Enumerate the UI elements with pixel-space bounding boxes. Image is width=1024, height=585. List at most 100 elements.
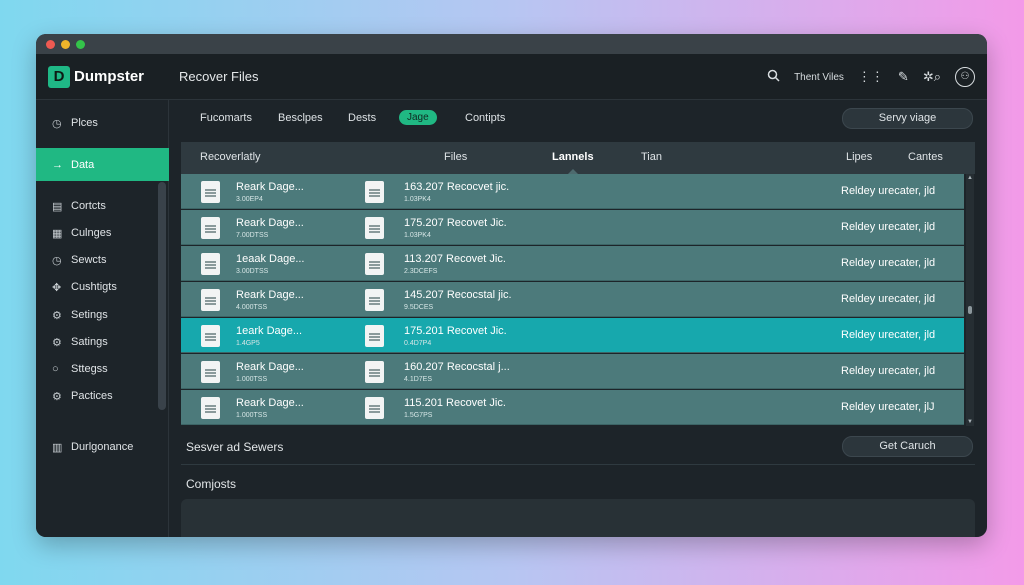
file-icon: [365, 217, 384, 239]
puzzle-icon: ✥: [52, 281, 62, 294]
row-file-sub: 1.03PK4: [404, 232, 431, 239]
clock-icon: ◷: [52, 254, 62, 267]
logo-icon: D: [48, 65, 70, 88]
row-name: 1eaak Dage...: [236, 253, 305, 265]
sidebar-item-label: Culnges: [71, 227, 112, 239]
sidebar-scrollbar[interactable]: [158, 182, 166, 410]
row-status: Reldey urecater, jld: [841, 221, 936, 233]
row-file: 115.201 Recovet Jic.: [404, 397, 506, 409]
servers-label: Sesver ad Sewers: [186, 440, 284, 454]
sidebar-item-label: Plces: [71, 117, 98, 129]
table-row-selected[interactable]: 1eark Dage... 1.4GP5 175.201 Recovet Jic…: [181, 318, 964, 353]
tab-dests[interactable]: Dests: [348, 112, 376, 124]
tab-jage[interactable]: Jage: [399, 110, 437, 125]
sidebar-item-calendar[interactable]: ▦ Culnges: [36, 220, 169, 246]
comments-panel[interactable]: [181, 499, 975, 537]
row-size: 3.00EP4: [236, 196, 263, 203]
row-file-sub: 2.3DCEFS: [404, 268, 438, 275]
row-name: Reark Dage...: [236, 397, 304, 409]
app-header: D Dumpster Recover Files Thent Viles ⋮⋮ …: [36, 54, 987, 100]
sidebar-item-sttegss[interactable]: ○ Sttegss: [36, 356, 169, 382]
row-file-sub: 0.4D7P4: [404, 340, 432, 347]
app-logo[interactable]: D Dumpster: [48, 65, 179, 88]
row-file: 175.207 Recovet Jic.: [404, 217, 507, 229]
page-title: Recover Files: [179, 69, 259, 84]
row-file: 145.207 Recocstal jic.: [404, 289, 512, 301]
table-row[interactable]: Reark Dage... 4.000TSS 145.207 Recocstal…: [181, 282, 964, 317]
user-label[interactable]: Thent Viles: [794, 72, 844, 83]
table-row[interactable]: Reark Dage... 1.000TSS 160.207 Recocstal…: [181, 354, 964, 389]
column-header[interactable]: Files: [444, 151, 467, 163]
table-row[interactable]: Reark Dage... 3.00EP4 163.207 Recocvet j…: [181, 174, 964, 209]
row-name: Reark Dage...: [236, 181, 304, 193]
table-row[interactable]: Reark Dage... 7.00DTSS 175.207 Recovet J…: [181, 210, 964, 245]
main-content: Fucomarts Besclpes Dests Jage Contipts S…: [181, 100, 975, 537]
gear-icon: ⚙: [52, 336, 62, 349]
sidebar-item-label: Cortcts: [71, 200, 106, 212]
scroll-thumb[interactable]: [968, 306, 972, 314]
column-header[interactable]: Lipes: [846, 151, 872, 163]
close-window-button[interactable]: [46, 39, 55, 49]
scroll-up-icon[interactable]: ▲: [967, 175, 973, 181]
header-actions: Thent Viles ⋮⋮ ✎ ✲⌕ ⚇: [767, 54, 975, 100]
sidebar-item-satings[interactable]: ⚙ Satings: [36, 329, 169, 355]
column-header-active[interactable]: Lannels: [552, 151, 594, 163]
table-row[interactable]: 1eaak Dage... 3.00DTSS 113.207 Recovet J…: [181, 246, 964, 281]
row-status: Reldey urecater, jlJ: [841, 401, 935, 413]
row-status: Reldey urecater, jld: [841, 293, 936, 305]
file-icon: [365, 181, 384, 203]
minimize-window-button[interactable]: [61, 39, 70, 49]
sidebar-item-contacts[interactable]: ▤ Cortcts: [36, 193, 169, 219]
column-header[interactable]: Tian: [641, 151, 662, 163]
file-icon: [365, 253, 384, 275]
user-circle-icon[interactable]: ⚇: [955, 67, 975, 87]
sidebar-item-data[interactable]: → Data: [36, 148, 169, 181]
file-icon: [365, 325, 384, 347]
circle-icon: ○: [52, 363, 59, 375]
contacts-icon: ▤: [52, 200, 63, 213]
table-header: Recoverlatly Files Lannels Tian Lipes Ca…: [181, 142, 975, 175]
row-file-sub: 1.03PK4: [404, 196, 431, 203]
tab-bar: Fucomarts Besclpes Dests Jage Contipts S…: [181, 100, 975, 136]
tab-contipts[interactable]: Contipts: [465, 112, 505, 124]
gear-icon: ⚙: [52, 390, 62, 403]
feather-icon[interactable]: ✎: [898, 69, 909, 85]
divider: [181, 464, 975, 465]
file-icon: [201, 361, 220, 383]
row-size: 1.000TSS: [236, 376, 268, 383]
title-bar: [36, 34, 987, 54]
sidebar-item-label: Cushtigts: [71, 281, 117, 293]
file-icon: [365, 289, 384, 311]
sliders-icon[interactable]: ⋮⋮: [858, 69, 884, 85]
search-icon[interactable]: [767, 69, 780, 85]
row-file: 113.207 Recovet Jic.: [404, 253, 506, 265]
maximize-window-button[interactable]: [76, 39, 85, 49]
save-view-button[interactable]: Servy viage: [842, 108, 973, 129]
sidebar-item-label: Sttegss: [71, 363, 108, 375]
file-icon: [365, 361, 384, 383]
sidebar-item-places[interactable]: ◷ Plces: [36, 110, 169, 136]
column-header[interactable]: Cantes: [908, 151, 943, 163]
sidebar-item-sewcts[interactable]: ◷ Sewcts: [36, 247, 169, 273]
sidebar-item-durlgonance[interactable]: ▥ Durlgonance: [36, 434, 169, 460]
tab-fucomarts[interactable]: Fucomarts: [200, 112, 252, 124]
comments-label: Comjosts: [186, 477, 237, 491]
sidebar: ◷ Plces → Data ▤ Cortcts ▦ Culnges ◷ Sew…: [36, 100, 169, 537]
table-scrollbar[interactable]: ▲ ▼: [966, 174, 974, 426]
file-icon: [365, 397, 384, 419]
column-header[interactable]: Recoverlatly: [200, 151, 261, 163]
row-name: Reark Dage...: [236, 217, 304, 229]
row-size: 1.000TSS: [236, 412, 268, 419]
settings-search-icon[interactable]: ✲⌕: [923, 69, 941, 85]
sidebar-item-pactices[interactable]: ⚙ Pactices: [36, 383, 169, 409]
building-icon: ▥: [52, 441, 63, 454]
sidebar-item-cushtigts[interactable]: ✥ Cushtigts: [36, 274, 169, 300]
sidebar-item-setings[interactable]: ⚙ Setings: [36, 302, 169, 328]
sidebar-item-label: Setings: [71, 309, 108, 321]
row-status: Reldey urecater, jld: [841, 365, 936, 377]
scroll-down-icon[interactable]: ▼: [967, 419, 973, 425]
row-size: 1.4GP5: [236, 340, 260, 347]
tab-besclpes[interactable]: Besclpes: [278, 112, 323, 124]
get-crunch-button[interactable]: Get Caruch: [842, 436, 973, 457]
table-row[interactable]: Reark Dage... 1.000TSS 115.201 Recovet J…: [181, 390, 964, 425]
